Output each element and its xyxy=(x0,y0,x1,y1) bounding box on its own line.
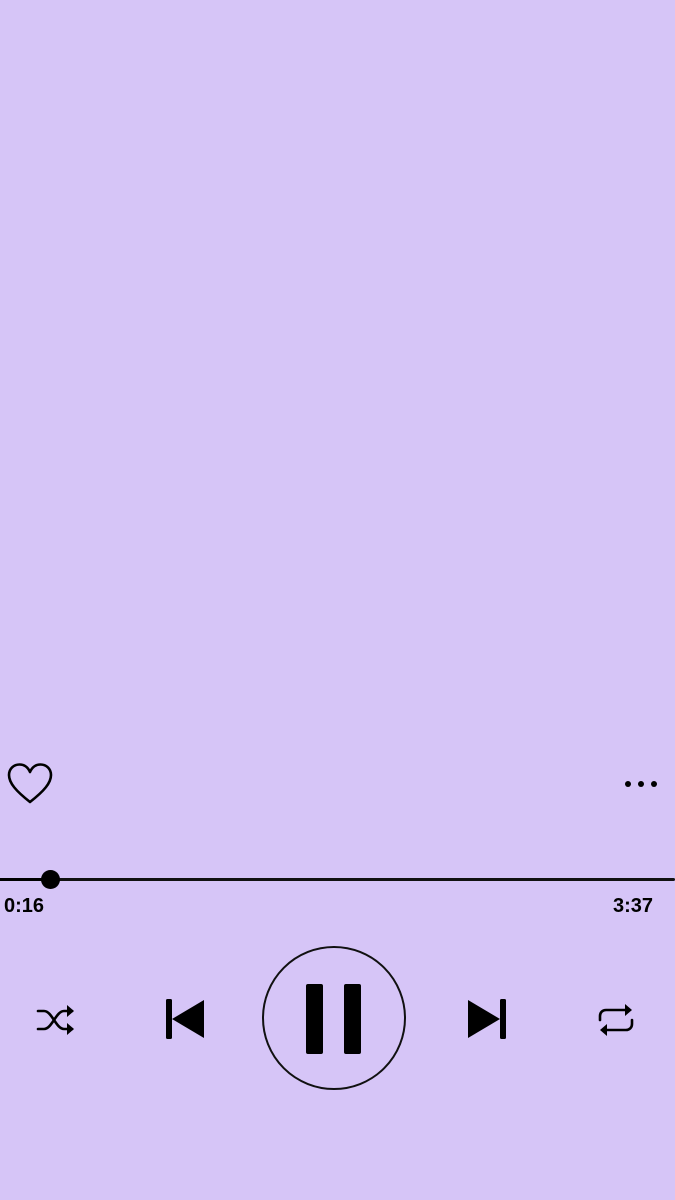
skip-previous-icon xyxy=(166,999,204,1039)
previous-track-button[interactable] xyxy=(160,994,210,1044)
progress-bar[interactable] xyxy=(0,866,675,896)
repeat-button[interactable] xyxy=(592,998,640,1042)
more-horizontal-icon xyxy=(625,781,657,787)
next-track-button[interactable] xyxy=(462,994,512,1044)
elapsed-time: 0:16 xyxy=(4,895,45,917)
music-player-screen: 0:16 3:37 xyxy=(0,0,675,1200)
progress-thumb[interactable] xyxy=(40,870,60,889)
total-duration: 3:37 xyxy=(612,895,653,917)
favorite-button[interactable] xyxy=(6,762,54,806)
skip-next-icon xyxy=(468,999,506,1039)
shuffle-button[interactable] xyxy=(32,998,80,1042)
pause-button[interactable] xyxy=(262,946,406,1090)
progress-track xyxy=(0,878,675,881)
heart-outline-icon xyxy=(7,763,53,804)
shuffle-icon xyxy=(36,1005,74,1035)
more-options-button[interactable] xyxy=(618,770,664,798)
repeat-icon xyxy=(598,1004,634,1036)
